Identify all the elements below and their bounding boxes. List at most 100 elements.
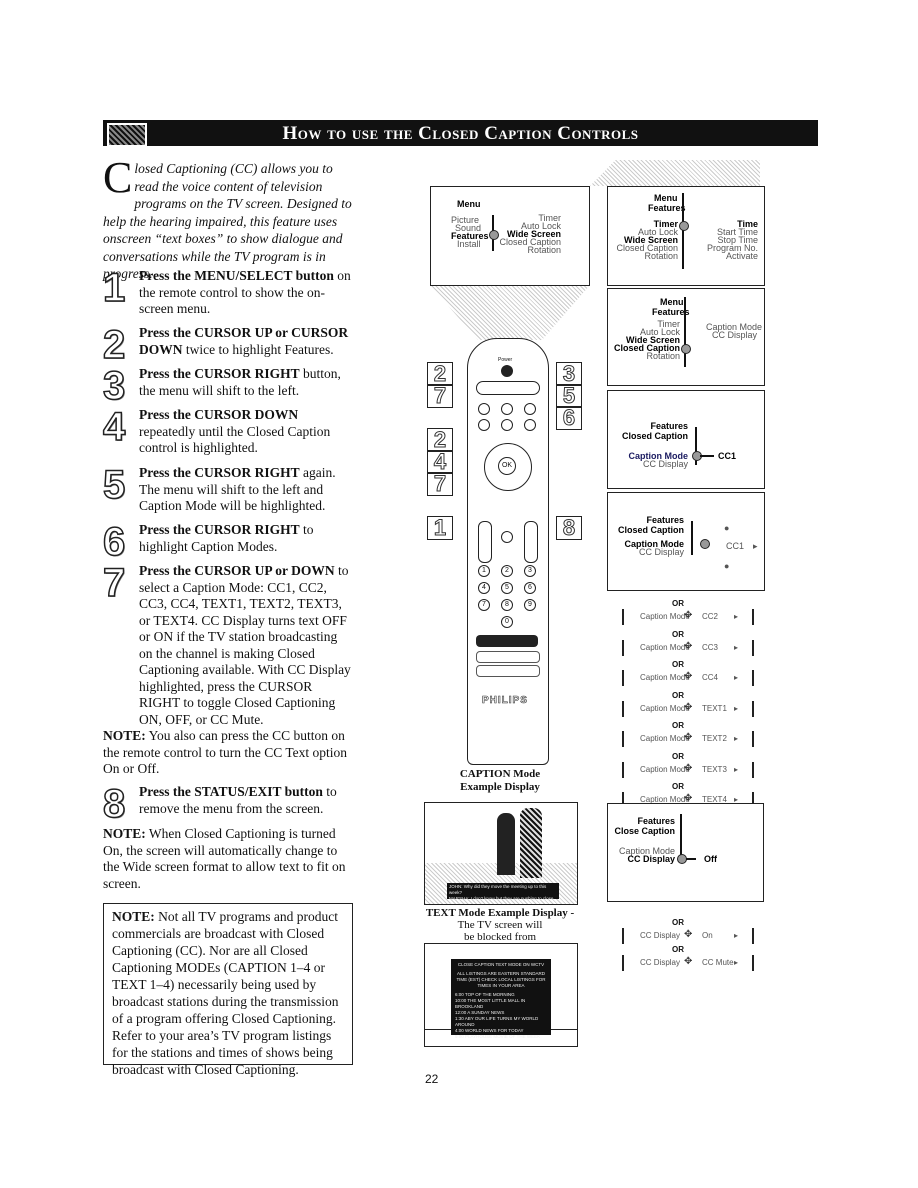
number-key-5[interactable]: 5 — [501, 582, 513, 594]
number-key-7[interactable]: 7 — [478, 599, 490, 611]
ok-button[interactable]: OK — [498, 457, 516, 475]
note-label: NOTE: — [112, 909, 155, 924]
step-text: Press the CURSOR RIGHT again. The menu w… — [139, 465, 353, 515]
arrow-right-icon: ▸ — [734, 703, 739, 713]
play-button[interactable] — [501, 419, 513, 431]
step-number: 3 — [102, 364, 126, 408]
source-buttons[interactable] — [476, 381, 540, 395]
or-label: OR — [672, 599, 684, 608]
function-buttons[interactable] — [476, 665, 540, 677]
cursor-knob-icon: ✥ — [684, 762, 693, 774]
arrow-right-icon: ▸ — [734, 958, 739, 967]
step-callout-number: 7 — [427, 384, 453, 408]
caption-title: CAPTION Mode — [459, 768, 541, 780]
section-header: How to use the Closed Caption Controls — [103, 120, 818, 147]
number-key-8[interactable]: 8 — [501, 599, 513, 611]
menu-subtitle: Features — [648, 203, 686, 213]
step-5: 5 Press the CURSOR RIGHT again. The menu … — [102, 464, 353, 515]
cursor-knob-icon: ✥ — [684, 640, 693, 652]
forward-button[interactable] — [524, 419, 536, 431]
mode-option: CC Display ✥ On ▸ — [622, 928, 754, 944]
mode-option: Caption Mode ✥ CC3 ▸ — [622, 639, 754, 656]
arrow-right-icon: ▸ — [734, 764, 739, 774]
step-body: repeatedly until the Closed Caption cont… — [139, 423, 331, 456]
menu-item: Close Caption — [614, 826, 675, 836]
step-number: 2 — [102, 323, 126, 367]
option-label: CC Display — [640, 958, 681, 967]
stop-button[interactable] — [524, 403, 536, 415]
caption-example-image: JOHN: Why did they move the meeting up t… — [424, 802, 578, 905]
or-label: OR — [672, 782, 684, 791]
or-label: OR — [672, 629, 684, 639]
step-text: Press the STATUS/EXIT button to remove t… — [139, 784, 353, 817]
number-key-9[interactable]: 9 — [524, 599, 536, 611]
option-label: Caption Mode — [640, 764, 690, 774]
drop-cap: C — [103, 153, 133, 202]
channel-rocker[interactable] — [524, 521, 538, 563]
number-key-6[interactable]: 6 — [524, 582, 536, 594]
option-value: TEXT1 — [702, 703, 727, 713]
caption-title: TEXT Mode Example Display - — [425, 907, 575, 919]
menu-item: Rotation — [646, 351, 680, 361]
intro-text: losed Captioning (CC) allows you to read… — [103, 161, 352, 281]
mute-button[interactable] — [501, 531, 513, 543]
menu-item: CC Display — [712, 330, 758, 340]
note-label: NOTE: — [103, 826, 146, 841]
menu-item: Features — [650, 421, 688, 431]
option-value: CC3 — [702, 642, 719, 652]
step-bold: Press the CURSOR RIGHT — [139, 366, 300, 381]
brand-logo: PHILIPS — [482, 695, 528, 707]
number-key-0[interactable]: 0 — [501, 616, 513, 628]
caption-text-box: JOHN: Why did they move the meeting up t… — [447, 883, 559, 904]
mode-option: Caption Mode ✥ TEXT2 ▸ — [622, 731, 754, 747]
option-label: Caption Mode — [640, 612, 690, 621]
option-value: CC Mute — [702, 958, 734, 967]
menu-bar — [691, 521, 693, 555]
step-callout-number: 7 — [427, 472, 453, 496]
power-button[interactable] — [501, 365, 513, 377]
arrow-right-icon: ▸ — [734, 642, 739, 652]
cursor-knob-icon: ✥ — [684, 929, 693, 940]
number-key-2[interactable]: 2 — [501, 565, 513, 577]
or-label: OR — [672, 918, 684, 927]
function-buttons[interactable] — [476, 651, 540, 663]
or-label: OR — [672, 721, 684, 730]
option-value: On — [702, 931, 713, 940]
step-text: Press the CURSOR UP or CURSOR DOWN twice… — [139, 325, 353, 358]
option-label: Caption Mode — [640, 703, 690, 713]
step-number: 7 — [102, 561, 126, 605]
cursor-knob-icon — [700, 539, 710, 549]
option-value: TEXT2 — [702, 734, 727, 743]
color-buttons[interactable] — [476, 635, 538, 647]
text-mode-line: 9:00 PLAYHOUSE MOVIE OF THE WEEK — [455, 1034, 541, 1039]
step-number: 4 — [102, 405, 126, 449]
cursor-up-icon: ● — [724, 523, 730, 533]
arrow-right-icon: ▸ — [734, 673, 739, 682]
step-callout-number: 8 — [556, 516, 582, 540]
arrow-right-icon: ▸ — [753, 541, 758, 551]
step-8: 8 Press the STATUS/EXIT button to remove … — [102, 783, 353, 825]
step-2: 2 Press the CURSOR UP or CURSOR DOWN twic… — [102, 324, 353, 366]
cursor-knob-icon: ✥ — [684, 671, 693, 682]
menu-screen-6: Features Close Caption Caption Mode CC D… — [607, 803, 764, 902]
mode-option: Caption Mode ✥ CC2 ▸ — [622, 609, 754, 625]
sleep-button[interactable] — [478, 403, 490, 415]
menu-item: Activate — [725, 251, 758, 261]
number-key-4[interactable]: 4 — [478, 582, 490, 594]
volume-rocker[interactable] — [478, 521, 492, 563]
option-value: CC4 — [702, 673, 719, 682]
number-key-3[interactable]: 3 — [524, 565, 536, 577]
or-label: OR — [672, 945, 684, 954]
menu-title: Menu — [654, 193, 678, 203]
number-key-1[interactable]: 1 — [478, 565, 490, 577]
smart-button[interactable] — [501, 403, 513, 415]
rewind-button[interactable] — [478, 419, 490, 431]
option-value: TEXT3 — [702, 764, 727, 774]
person-figure — [520, 808, 542, 878]
menu-item-selected: CC Display — [627, 854, 675, 864]
cursor-knob-icon — [679, 221, 689, 231]
mode-option: Caption Mode ✥ CC4 ▸ — [622, 670, 754, 686]
arrow-right-icon: ▸ — [734, 931, 739, 940]
step-bold: Press the CURSOR DOWN — [139, 407, 299, 422]
intro-paragraph: Closed Captioning (CC) allows you to rea… — [103, 153, 353, 283]
